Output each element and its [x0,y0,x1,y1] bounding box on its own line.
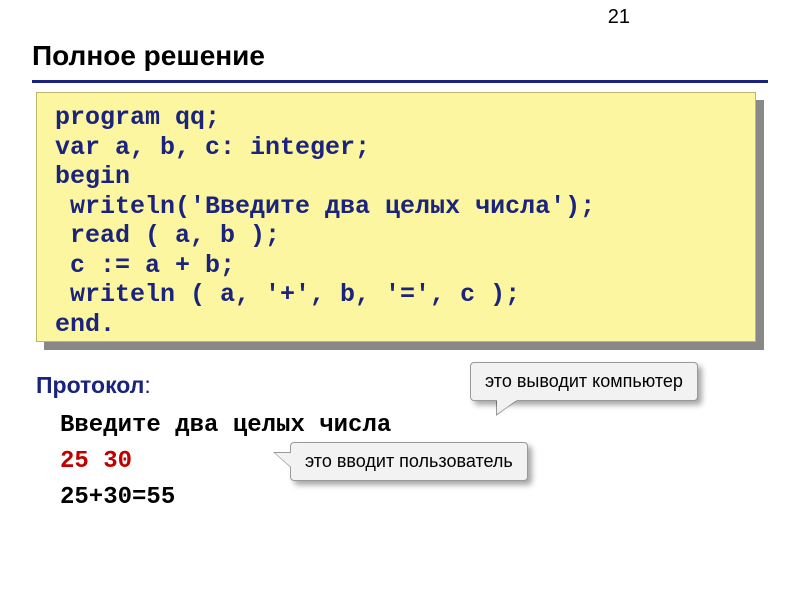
protocol-label-colon: : [144,372,150,398]
protocol-label-bold: Протокол [36,372,144,398]
protocol-prompt-line: Введите два целых числа [60,412,391,439]
code-line: writeln ( a, '+', b, '=', c ); [55,280,520,309]
page-number: 21 [608,6,630,29]
code-line: end. [55,310,115,339]
callout-tail-icon [275,453,291,467]
code-box: program qq; var a, b, c: integer; begin … [36,92,756,342]
protocol-label: Протокол: [36,372,151,399]
callout-text: это выводит компьютер [485,371,683,391]
callout-user-input: это вводит пользователь [290,442,528,481]
code-line: c := a + b; [55,251,235,280]
code-line: var a, b, c: integer; [55,133,370,162]
protocol-output-line: 25+30=55 [60,484,175,511]
code-line: read ( a, b ); [55,221,280,250]
callout-computer-output: это выводит компьютер [470,362,698,401]
code-line: writeln('Введите два целых числа'); [55,192,595,221]
callout-text: это вводит пользователь [305,451,513,471]
callout-tail-icon [497,400,517,414]
code-line: begin [55,162,130,191]
protocol-user-input-line: 25 30 [60,448,132,475]
title-underline-rule [32,80,768,83]
code-line: program qq; [55,103,220,132]
slide-title: Полное решение [32,40,265,72]
